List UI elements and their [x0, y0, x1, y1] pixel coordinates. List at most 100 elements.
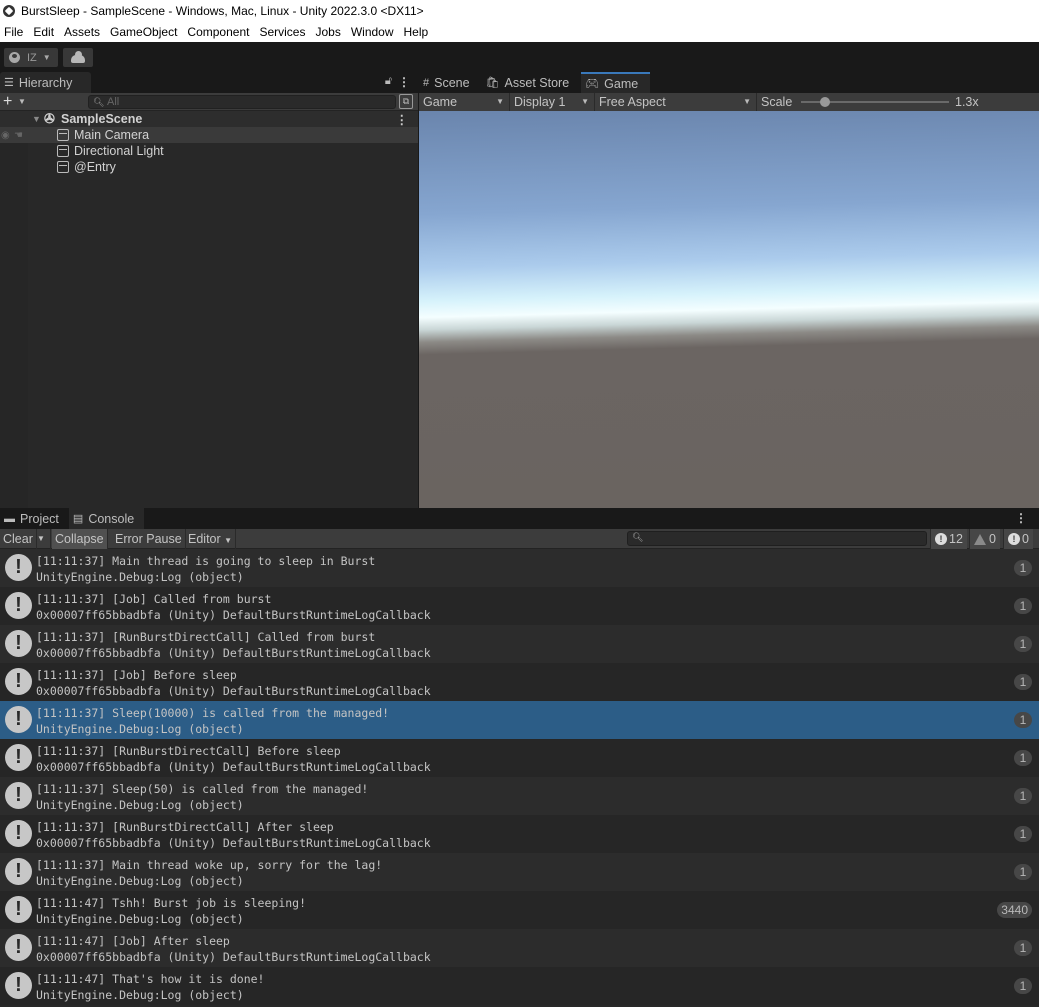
log-source: UnityEngine.Debug:Log (object): [36, 874, 244, 888]
hierarchy-search-input[interactable]: 🔍︎ All: [88, 95, 396, 109]
expand-arrow-icon[interactable]: ▼: [32, 114, 41, 124]
clear-button[interactable]: Clear: [0, 529, 37, 549]
log-source: UnityEngine.Debug:Log (object): [36, 912, 244, 926]
object-name: Directional Light: [74, 144, 164, 158]
log-entry[interactable]: ! [11:11:37] [Job] Before sleep 0x00007ff6…: [0, 663, 1039, 701]
grid-icon: #: [423, 76, 430, 89]
account-label: IZ: [27, 51, 37, 64]
tab-label: Scene: [434, 75, 470, 90]
info-count-toggle[interactable]: ! 12: [930, 529, 967, 549]
info-icon: !: [5, 744, 32, 771]
object-name: @Entry: [74, 160, 116, 174]
scene-visibility-icon[interactable]: ⧉: [399, 94, 413, 109]
main-toolbar: IZ ▼: [0, 42, 1039, 72]
log-entry[interactable]: ! [11:11:47] [Job] After sleep 0x00007ff65…: [0, 929, 1039, 967]
info-icon: !: [5, 782, 32, 809]
log-entry[interactable]: ! [11:11:37] [Job] Called from burst 0x000…: [0, 587, 1039, 625]
pick-hand-icon[interactable]: ☚: [14, 130, 23, 141]
hierarchy-tabbar: ☰ Hierarchy: [0, 72, 418, 93]
kebab-menu-icon[interactable]: ⋮: [398, 75, 410, 89]
eye-icon[interactable]: ◉: [1, 130, 10, 141]
cloud-button[interactable]: [63, 48, 93, 67]
kebab-menu-icon[interactable]: ⋮: [1015, 511, 1027, 525]
tree-item-main-camera[interactable]: ◉ ☚ Main Camera: [0, 127, 418, 143]
tab-hierarchy[interactable]: ☰ Hierarchy: [0, 72, 91, 93]
log-message: [11:11:47] That's how it is done!: [36, 972, 265, 986]
info-icon: !: [5, 820, 32, 847]
menu-assets[interactable]: Assets: [60, 25, 106, 39]
log-source: 0x00007ff65bbadbfa (Unity) DefaultBurstR…: [36, 684, 431, 698]
info-icon: !: [5, 972, 32, 999]
log-message: [11:11:37] Main thread is going to sleep…: [36, 554, 376, 568]
game-render-canvas[interactable]: [419, 111, 1039, 508]
console-search-input[interactable]: 🔍︎: [627, 531, 927, 546]
scale-slider-thumb[interactable]: [820, 97, 830, 107]
tree-item-directional-light[interactable]: Directional Light: [0, 143, 418, 159]
log-count-badge: 1: [1014, 636, 1032, 652]
tab-asset-store[interactable]: 🛍︎ Asset Store: [481, 72, 582, 93]
log-message: [11:11:47] [Job] After sleep: [36, 934, 230, 948]
log-entry-selected[interactable]: ! [11:11:37] Sleep(10000) is called from …: [0, 701, 1039, 739]
tab-label: Game: [604, 76, 639, 91]
info-icon: !: [5, 630, 32, 657]
menu-file[interactable]: File: [0, 25, 29, 39]
error-count-toggle[interactable]: ! 0: [1003, 529, 1033, 549]
menu-help[interactable]: Help: [400, 25, 435, 39]
tree-item-scene[interactable]: ▼ ✇ SampleScene ⋮: [0, 111, 418, 127]
scale-label: Scale: [761, 95, 793, 109]
hierarchy-toolbar: + ▼ 🔍︎ All ⧉: [0, 93, 418, 111]
editor-label: Editor: [188, 532, 221, 546]
log-entry[interactable]: ! [11:11:37] Sleep(50) is called from the…: [0, 777, 1039, 815]
search-placeholder: All: [107, 96, 120, 108]
log-entry[interactable]: ! [11:11:37] [RunBurstDirectCall] Before …: [0, 739, 1039, 777]
editor-dropdown[interactable]: Editor ▼: [185, 529, 237, 549]
tab-console[interactable]: ▤ Console: [68, 508, 145, 529]
log-entry[interactable]: ! [11:11:37] [RunBurstDirectCall] Called …: [0, 625, 1039, 663]
menu-edit[interactable]: Edit: [29, 25, 60, 39]
chevron-down-icon[interactable]: ▼: [18, 97, 26, 106]
log-entry[interactable]: ! [11:11:47] Tshh! Burst job is sleeping!…: [0, 891, 1039, 929]
log-entry[interactable]: ! [11:11:37] Main thread is going to slee…: [0, 549, 1039, 587]
game-view-panel: # Scene 🛍︎ Asset Store 🎮︎ Game Game ▼ Di…: [419, 72, 1039, 508]
chevron-down-icon: ▼: [224, 536, 233, 545]
tab-scene[interactable]: # Scene: [419, 72, 482, 93]
clear-options-dropdown[interactable]: ▼: [34, 529, 51, 549]
display-dropdown[interactable]: Display 1 ▼: [510, 93, 595, 111]
account-button[interactable]: IZ ▼: [4, 48, 58, 67]
add-button[interactable]: +: [3, 93, 12, 110]
lock-icon[interactable]: 🔓︎: [385, 75, 392, 88]
console-log-list: ! [11:11:37] Main thread is going to slee…: [0, 549, 1039, 1005]
log-message: [11:11:37] Sleep(50) is called from the …: [36, 782, 369, 796]
menu-services[interactable]: Services: [255, 25, 311, 39]
log-count-badge: 1: [1014, 598, 1032, 614]
view-mode-dropdown[interactable]: Game ▼: [419, 93, 510, 111]
collapse-toggle[interactable]: Collapse: [52, 529, 108, 549]
log-entry[interactable]: ! [11:11:37] [RunBurstDirectCall] After s…: [0, 815, 1039, 853]
view-mode-value: Game: [423, 95, 458, 109]
error-pause-toggle[interactable]: Error Pause: [112, 529, 186, 549]
tab-game[interactable]: 🎮︎ Game: [581, 72, 651, 93]
menu-gameobject[interactable]: GameObject: [106, 25, 183, 39]
tab-project[interactable]: ▬ Project: [0, 508, 69, 529]
unity-logo-icon: [3, 5, 15, 17]
search-icon: 🔍︎: [93, 97, 105, 107]
info-icon: !: [5, 858, 32, 885]
log-entry[interactable]: ! [11:11:47] That's how it is done! UnityE…: [0, 967, 1039, 1005]
scale-slider[interactable]: [801, 97, 949, 107]
log-count-badge: 1: [1014, 674, 1032, 690]
info-icon: !: [5, 896, 32, 923]
tree-item-entry[interactable]: @Entry: [0, 159, 418, 175]
menu-window[interactable]: Window: [347, 25, 400, 39]
menu-jobs[interactable]: Jobs: [311, 25, 346, 39]
user-icon: [9, 52, 20, 63]
kebab-menu-icon[interactable]: ⋮: [396, 112, 409, 127]
log-entry[interactable]: ! [11:11:37] Main thread woke up, sorry f…: [0, 853, 1039, 891]
aspect-dropdown[interactable]: Free Aspect ▼: [595, 93, 757, 111]
warning-count-toggle[interactable]: 0: [969, 529, 1000, 549]
window-title: BurstSleep - SampleScene - Windows, Mac,…: [21, 4, 424, 18]
menu-component[interactable]: Component: [183, 25, 255, 39]
gameobject-cube-icon: [57, 145, 69, 157]
log-count-badge: 1: [1014, 750, 1032, 766]
log-source: UnityEngine.Debug:Log (object): [36, 988, 244, 1002]
info-icon: !: [935, 533, 947, 545]
